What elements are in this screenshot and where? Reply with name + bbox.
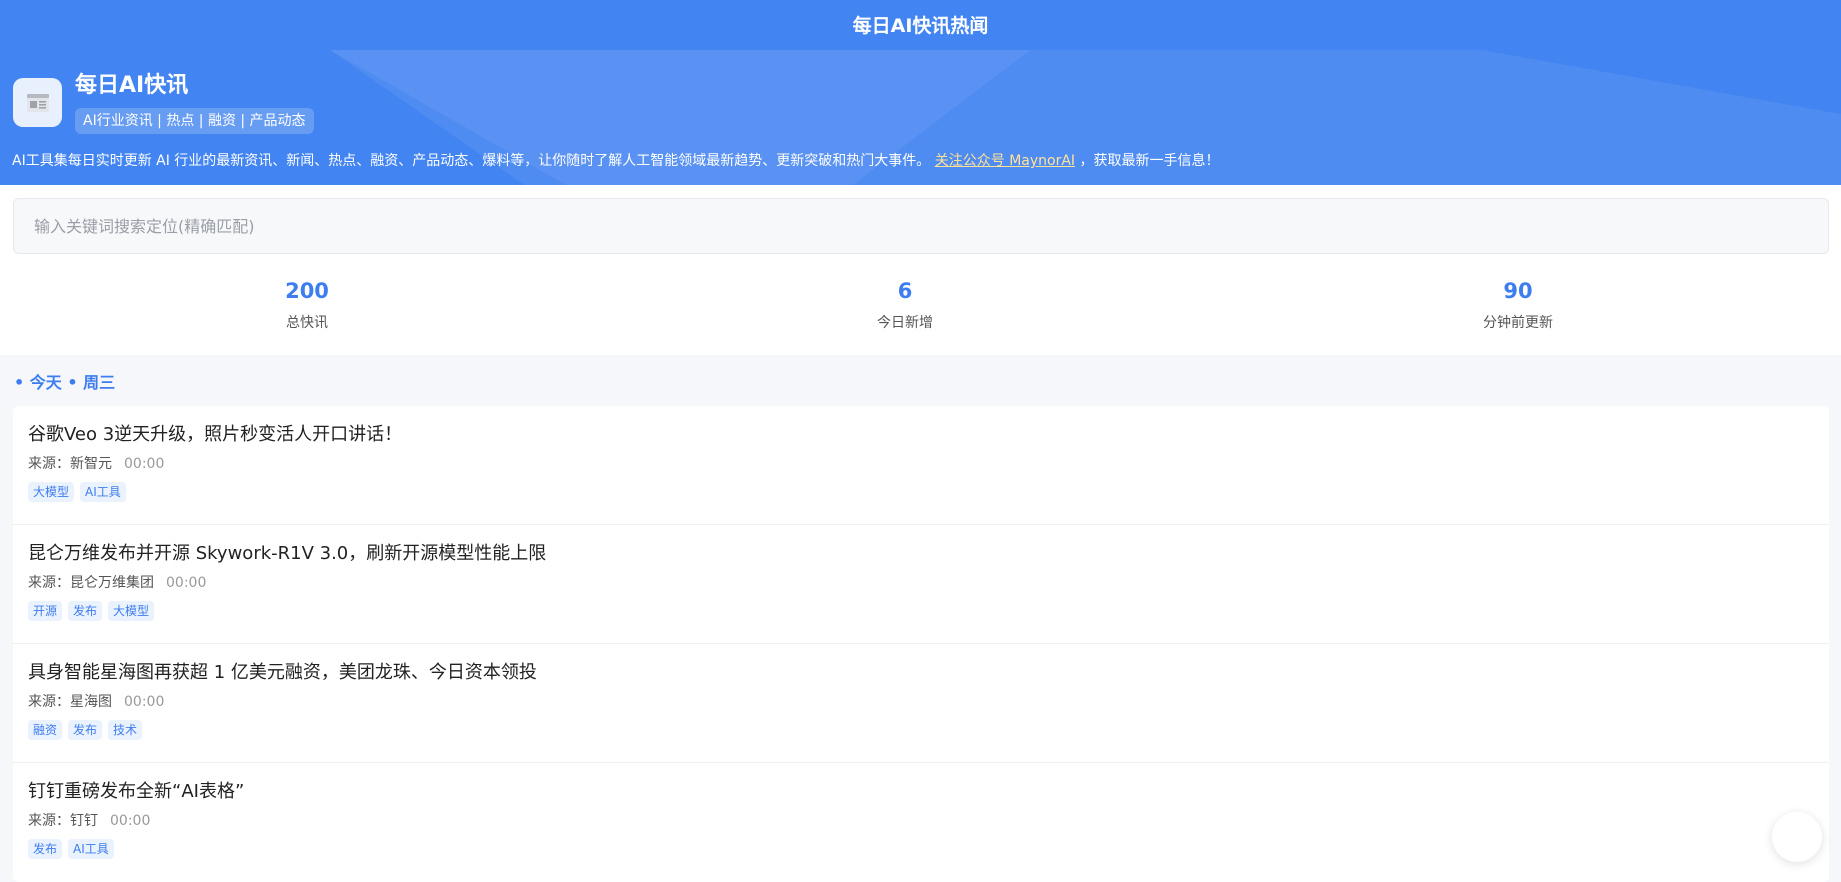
news-meta: 来源：昆仑万维集团 00:00 [28, 573, 1814, 593]
news-title[interactable]: 昆仑万维发布并开源 Skywork-R1V 3.0，刷新开源模型性能上限 [28, 541, 1814, 567]
brand-title: 每日AI快讯 [75, 73, 189, 98]
description-prefix: AI工具集每日实时更新 AI 行业的最新资讯、新闻、热点、融资、产品动态、爆料等… [12, 153, 935, 169]
news-meta: 来源：新智元 00:00 [28, 454, 1814, 474]
news-tags: 开源 发布 大模型 [28, 601, 1814, 621]
news-tag[interactable]: 开源 [28, 601, 63, 621]
follow-account-link[interactable]: 关注公众号 MaynorAI [935, 153, 1075, 169]
day-header: • 今天 • 周三 [14, 373, 116, 392]
news-meta: 来源：星海图 00:00 [28, 692, 1814, 712]
brand: 每日AI快讯 AI行业资讯 | 热点 | 融资 | 产品动态 [13, 72, 314, 134]
news-tags: 大模型 AI工具 [28, 482, 1814, 502]
stat-label: 今日新增 [877, 315, 933, 331]
news-title[interactable]: 谷歌Veo 3逆天升级，照片秒变活人开口讲话！ [28, 422, 1814, 448]
description-suffix: ，获取最新一手信息！ [1075, 153, 1220, 169]
news-meta: 来源：钉钉 00:00 [28, 811, 1814, 831]
news-item[interactable]: 昆仑万维发布并开源 Skywork-R1V 3.0，刷新开源模型性能上限 来源：… [13, 525, 1829, 644]
news-title[interactable]: 钉钉重磅发布全新“AI表格” [28, 779, 1814, 805]
news-time: 00:00 [166, 575, 207, 591]
top-title-bar: 每日AI快讯热闻 [0, 0, 1841, 48]
news-tag[interactable]: 发布 [68, 601, 103, 621]
brand-tags: AI行业资讯 | 热点 | 融资 | 产品动态 [75, 108, 314, 134]
news-tag[interactable]: 大模型 [108, 601, 155, 621]
news-tag[interactable]: AI工具 [80, 482, 126, 502]
news-item[interactable]: 钉钉重磅发布全新“AI表格” 来源：钉钉 00:00 发布 AI工具 [13, 763, 1829, 882]
stat-today: 6 今日新增 [805, 277, 1005, 333]
stat-value: 90 [1503, 279, 1533, 303]
news-tag[interactable]: AI工具 [68, 839, 114, 859]
news-item[interactable]: 谷歌Veo 3逆天升级，照片秒变活人开口讲话！ 来源：新智元 00:00 大模型 … [13, 406, 1829, 525]
news-source: 来源：昆仑万维集团 [28, 575, 154, 591]
back-to-top-button[interactable] [1772, 812, 1822, 862]
stat-label: 分钟前更新 [1483, 315, 1553, 331]
news-source: 来源：星海图 [28, 694, 112, 710]
stat-value: 6 [897, 279, 913, 303]
stat-updated: 90 分钟前更新 [1418, 277, 1618, 333]
news-tag[interactable]: 发布 [68, 720, 103, 740]
news-title[interactable]: 具身智能星海图再获超 1 亿美元融资，美团龙珠、今日资本领投 [28, 660, 1814, 686]
news-time: 00:00 [124, 694, 165, 710]
stat-value: 200 [285, 279, 329, 303]
news-source: 来源：钉钉 [28, 813, 98, 829]
news-item[interactable]: 具身智能星海图再获超 1 亿美元融资，美团龙珠、今日资本领投 来源：星海图 00:… [13, 644, 1829, 763]
page-header: 每日AI快讯热闻 每日AI快讯 AI行业资讯 | 热点 | 融资 | 产品动态 … [0, 0, 1841, 185]
news-tags: 融资 发布 技术 [28, 720, 1814, 740]
stat-total: 200 总快讯 [207, 277, 407, 333]
news-tag[interactable]: 发布 [28, 839, 63, 859]
newspaper-icon [13, 78, 62, 127]
search-input[interactable] [13, 198, 1829, 254]
stat-label: 总快讯 [286, 315, 328, 331]
search-section: 200 总快讯 6 今日新增 90 分钟前更新 [0, 185, 1841, 355]
news-time: 00:00 [110, 813, 151, 829]
news-source: 来源：新智元 [28, 456, 112, 472]
top-title: 每日AI快讯热闻 [852, 14, 989, 37]
news-tags: 发布 AI工具 [28, 839, 1814, 859]
news-list: 谷歌Veo 3逆天升级，照片秒变活人开口讲话！ 来源：新智元 00:00 大模型 … [13, 406, 1829, 882]
news-time: 00:00 [124, 456, 165, 472]
header-description: AI工具集每日实时更新 AI 行业的最新资讯、新闻、热点、融资、产品动态、爆料等… [12, 151, 1220, 171]
news-tag[interactable]: 融资 [28, 720, 63, 740]
news-feed: • 今天 • 周三 谷歌Veo 3逆天升级，照片秒变活人开口讲话！ 来源：新智元… [0, 355, 1841, 882]
news-tag[interactable]: 大模型 [28, 482, 75, 502]
news-tag[interactable]: 技术 [108, 720, 143, 740]
